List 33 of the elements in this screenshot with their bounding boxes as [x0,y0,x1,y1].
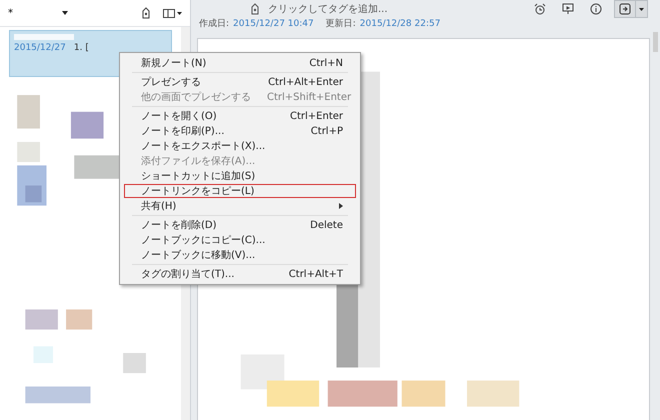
updated-date: 2015/12/28 22:57 [360,18,440,31]
view-options-button[interactable] [163,8,182,18]
menu-item[interactable]: 共有(H) [124,199,356,213]
caret-icon [639,8,644,10]
menu-item[interactable]: ショートカットに追加(S) [124,169,356,183]
updated-label: 更新日: [326,18,356,31]
caret-icon [177,12,182,14]
created-date: 2015/12/27 10:47 [233,18,314,31]
menu-item[interactable]: プレゼンする Ctrl+Alt+Enter [124,75,356,89]
notebook-dropdown[interactable]: * [8,6,68,20]
menu-item[interactable]: ノートブックにコピー(C)... [124,233,356,247]
alarm-icon[interactable] [534,3,546,15]
share-dropdown-button[interactable] [614,0,648,18]
menu-item[interactable]: ノートを削除(D) Delete [124,218,356,232]
note-date: 2015/12/27 [14,42,66,55]
menu-item[interactable]: ノートリンクをコピー(L) [124,184,356,198]
layout-icon [163,8,175,18]
menu-item[interactable]: ノートブックに移動(V)... [124,248,356,262]
info-icon[interactable] [590,3,602,15]
share-icon [619,3,631,15]
tag-input[interactable]: クリックしてタグを追加... [268,2,468,16]
created-label: 作成日: [199,18,230,31]
submenu-arrow-icon [339,203,343,209]
tag-icon [250,3,260,15]
note-snippet: 1. [ [74,42,89,55]
caret-icon [62,11,68,15]
menu-item[interactable]: ノートをエクスポート(X)... [124,139,356,153]
scrollbar-thumb[interactable] [652,32,658,52]
menu-item[interactable]: ノートを開く(O) Ctrl+Enter [124,109,356,123]
presentation-icon[interactable] [562,3,574,15]
tag-icon[interactable] [141,7,151,19]
menu-item[interactable]: ノートを印刷(P)... Ctrl+P [124,124,356,138]
menu-item[interactable]: タグの割り当て(T)... Ctrl+Alt+T [124,267,356,281]
